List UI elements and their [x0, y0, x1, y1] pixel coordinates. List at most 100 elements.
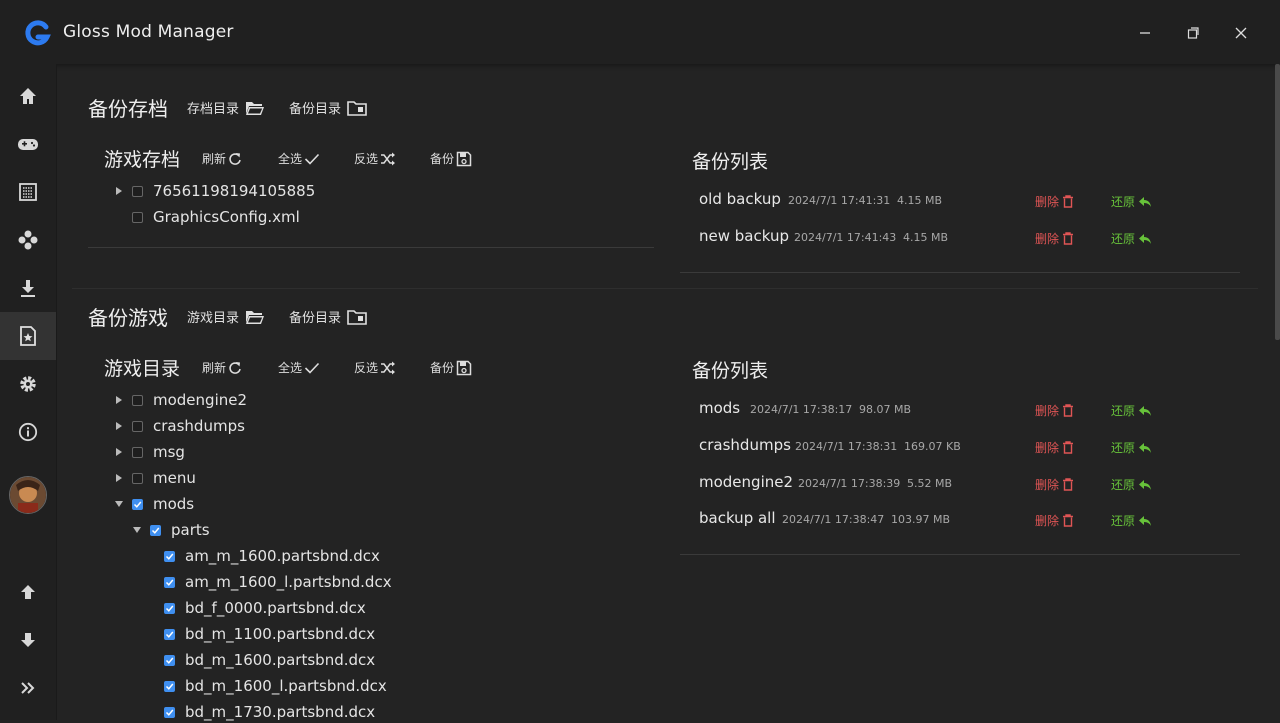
- tree-row[interactable]: GraphicsConfig.xml: [114, 206, 300, 228]
- backup-label: 备份: [430, 152, 455, 166]
- checkbox-checked[interactable]: [164, 602, 175, 614]
- delete-button[interactable]: 删除: [1035, 512, 1074, 529]
- sidebar-scroll-bottom-button[interactable]: [0, 616, 56, 664]
- checkbox[interactable]: [132, 420, 143, 432]
- checkbox[interactable]: [132, 211, 143, 223]
- tree-row[interactable]: menu: [114, 467, 196, 489]
- checkbox-checked[interactable]: [164, 576, 175, 588]
- tree-row[interactable]: 76561198194105885: [114, 180, 315, 202]
- checkbox-checked[interactable]: [132, 498, 143, 510]
- delete-button[interactable]: 删除: [1035, 193, 1074, 210]
- home-icon: [20, 88, 36, 104]
- sidebar-expand-button[interactable]: [0, 664, 56, 712]
- tree-row[interactable]: bd_m_1600_l.partsbnd.dcx: [164, 675, 387, 697]
- tree-row[interactable]: bd_f_0000.partsbnd.dcx: [164, 597, 366, 619]
- backup-name: new backup: [699, 227, 789, 245]
- delete-button[interactable]: 删除: [1035, 476, 1074, 493]
- save-select-all-button[interactable]: 全选: [278, 150, 320, 167]
- sidebar-item-backup[interactable]: [0, 312, 56, 360]
- refresh-icon: [229, 152, 241, 165]
- sidebar-item-about[interactable]: [0, 408, 56, 456]
- restore-label: 还原: [1111, 404, 1136, 418]
- minimize-button[interactable]: [1134, 22, 1156, 44]
- sidebar-item-games[interactable]: [0, 120, 56, 168]
- sidebar-item-home[interactable]: [0, 72, 56, 120]
- restore-button[interactable]: 还原: [1111, 439, 1152, 456]
- game-backup-list-title: 备份列表: [692, 360, 769, 382]
- restore-button[interactable]: 还原: [1111, 476, 1152, 493]
- maximize-button[interactable]: [1182, 22, 1204, 44]
- backup-icon: [20, 326, 36, 346]
- checkbox[interactable]: [132, 446, 143, 458]
- save-icon: [456, 151, 472, 166]
- checkbox[interactable]: [132, 185, 143, 197]
- tree-row[interactable]: mods: [114, 493, 194, 515]
- scrollbar[interactable]: [1275, 64, 1280, 340]
- caret-right-icon[interactable]: [114, 395, 124, 405]
- checkbox-checked[interactable]: [164, 628, 175, 640]
- restore-button[interactable]: 还原: [1111, 402, 1152, 419]
- checkbox[interactable]: [132, 394, 143, 406]
- backup-size: 5.52 MB: [907, 477, 953, 490]
- checkbox-checked[interactable]: [150, 524, 161, 536]
- sidebar-item-settings[interactable]: [0, 360, 56, 408]
- game-backup-button[interactable]: 备份: [430, 359, 472, 376]
- caret-down-icon[interactable]: [114, 499, 124, 509]
- tree-row-label: am_m_1600_l.partsbnd.dcx: [185, 573, 392, 591]
- tree-row[interactable]: parts: [132, 519, 210, 541]
- avatar[interactable]: [9, 476, 47, 514]
- tree-row[interactable]: am_m_1600_l.partsbnd.dcx: [164, 571, 392, 593]
- tree-row[interactable]: bd_m_1100.partsbnd.dcx: [164, 623, 375, 645]
- game-dir-link[interactable]: 游戏目录: [187, 307, 265, 326]
- restore-button[interactable]: 还原: [1111, 193, 1152, 210]
- checkbox-checked[interactable]: [164, 680, 175, 692]
- backup-name: mods: [699, 399, 741, 417]
- restore-button[interactable]: 还原: [1111, 230, 1152, 247]
- refresh-label: 刷新: [202, 152, 227, 166]
- save-section-title: 备份存档: [88, 97, 168, 121]
- app-title: Gloss Mod Manager: [63, 22, 234, 42]
- backup-name: old backup: [699, 190, 781, 208]
- caret-right-icon[interactable]: [114, 421, 124, 431]
- checkbox-checked[interactable]: [164, 706, 175, 718]
- game-backup-dir-link[interactable]: 备份目录: [289, 307, 367, 326]
- trash-icon: [1063, 441, 1074, 454]
- caret-down-icon[interactable]: [132, 525, 142, 535]
- restore-button[interactable]: 还原: [1111, 512, 1152, 529]
- delete-button[interactable]: 删除: [1035, 402, 1074, 419]
- tree-row-label: bd_m_1730.partsbnd.dcx: [185, 703, 376, 721]
- game-refresh-button[interactable]: 刷新: [202, 359, 242, 376]
- tree-row-label: 76561198194105885: [153, 182, 316, 200]
- restore-label: 还原: [1111, 441, 1136, 455]
- select-all-label: 全选: [278, 152, 303, 166]
- game-invert-button[interactable]: 反选: [354, 359, 396, 376]
- caret-right-icon[interactable]: [114, 447, 124, 457]
- tree-row-label: am_m_1600.partsbnd.dcx: [185, 547, 380, 565]
- tree-row[interactable]: am_m_1600.partsbnd.dcx: [164, 545, 380, 567]
- sidebar-item-library[interactable]: [0, 168, 56, 216]
- sidebar-item-download[interactable]: [0, 264, 56, 312]
- save-backup-dir-link[interactable]: 备份目录: [289, 98, 367, 117]
- save-dir-link[interactable]: 存档目录: [187, 98, 265, 117]
- game-select-all-button[interactable]: 全选: [278, 359, 320, 376]
- checkbox-checked[interactable]: [164, 654, 175, 666]
- checkbox[interactable]: [132, 472, 143, 484]
- delete-button[interactable]: 删除: [1035, 230, 1074, 247]
- save-backup-button[interactable]: 备份: [430, 150, 472, 167]
- save-invert-button[interactable]: 反选: [354, 150, 396, 167]
- sidebar-item-mods[interactable]: [0, 216, 56, 264]
- sidebar-scroll-top-button[interactable]: [0, 568, 56, 616]
- tree-row[interactable]: msg: [114, 441, 185, 463]
- delete-button[interactable]: 删除: [1035, 439, 1074, 456]
- tree-row[interactable]: bd_m_1600.partsbnd.dcx: [164, 649, 375, 671]
- backup-date: 2024/7/1 17:41:43: [794, 231, 897, 244]
- caret-right-icon[interactable]: [114, 473, 124, 483]
- tree-row[interactable]: crashdumps: [114, 415, 245, 437]
- caret-right-icon[interactable]: [114, 186, 124, 196]
- shuffle-icon: [381, 361, 396, 374]
- double-chevron-right-icon: [21, 682, 35, 694]
- tree-row[interactable]: modengine2: [114, 389, 247, 411]
- close-button[interactable]: [1230, 22, 1252, 44]
- checkbox-checked[interactable]: [164, 550, 175, 562]
- save-refresh-button[interactable]: 刷新: [202, 150, 242, 167]
